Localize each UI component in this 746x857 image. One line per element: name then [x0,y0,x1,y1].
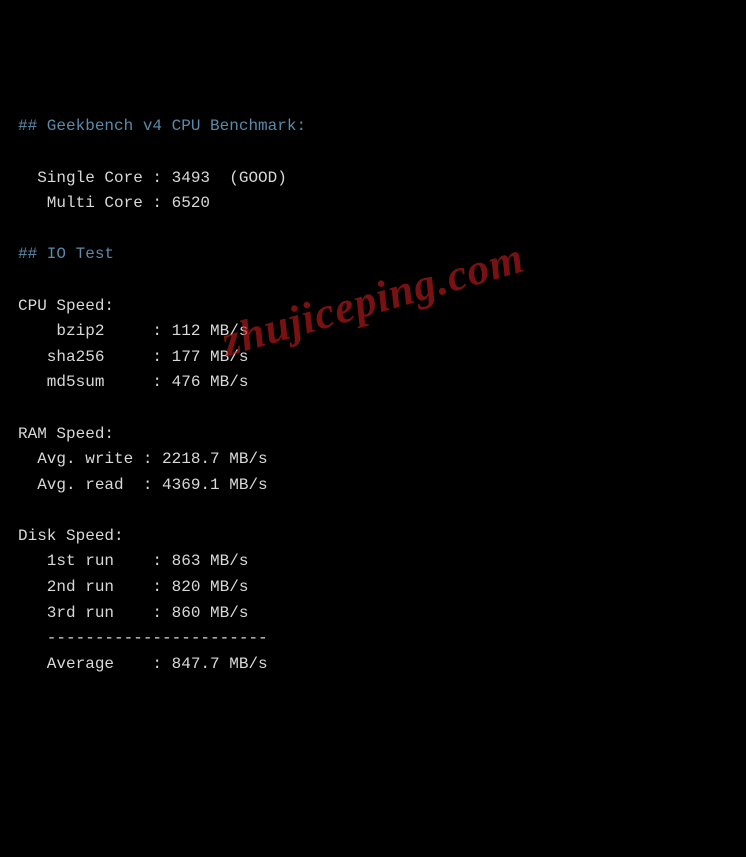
cpu-bzip2-line: bzip2 : 112 MB/s [18,322,248,340]
ram-speed-header: RAM Speed: [18,425,114,443]
disk-average-line: Average : 847.7 MB/s [18,655,268,673]
cpu-sha256-line: sha256 : 177 MB/s [18,348,248,366]
io-test-header: ## IO Test [18,245,114,263]
terminal-output: ## Geekbench v4 CPU Benchmark: Single Co… [18,114,728,677]
cpu-md5sum-line: md5sum : 476 MB/s [18,373,248,391]
disk-run3-line: 3rd run : 860 MB/s [18,604,248,622]
disk-run2-line: 2nd run : 820 MB/s [18,578,248,596]
cpu-speed-header: CPU Speed: [18,297,114,315]
geekbench-header: ## Geekbench v4 CPU Benchmark: [18,117,306,135]
single-core-line: Single Core : 3493 (GOOD) [18,169,287,187]
multi-core-line: Multi Core : 6520 [18,194,210,212]
disk-divider-line: ----------------------- [18,629,268,647]
ram-write-line: Avg. write : 2218.7 MB/s [18,450,268,468]
disk-run1-line: 1st run : 863 MB/s [18,552,248,570]
disk-speed-header: Disk Speed: [18,527,124,545]
ram-read-line: Avg. read : 4369.1 MB/s [18,476,268,494]
